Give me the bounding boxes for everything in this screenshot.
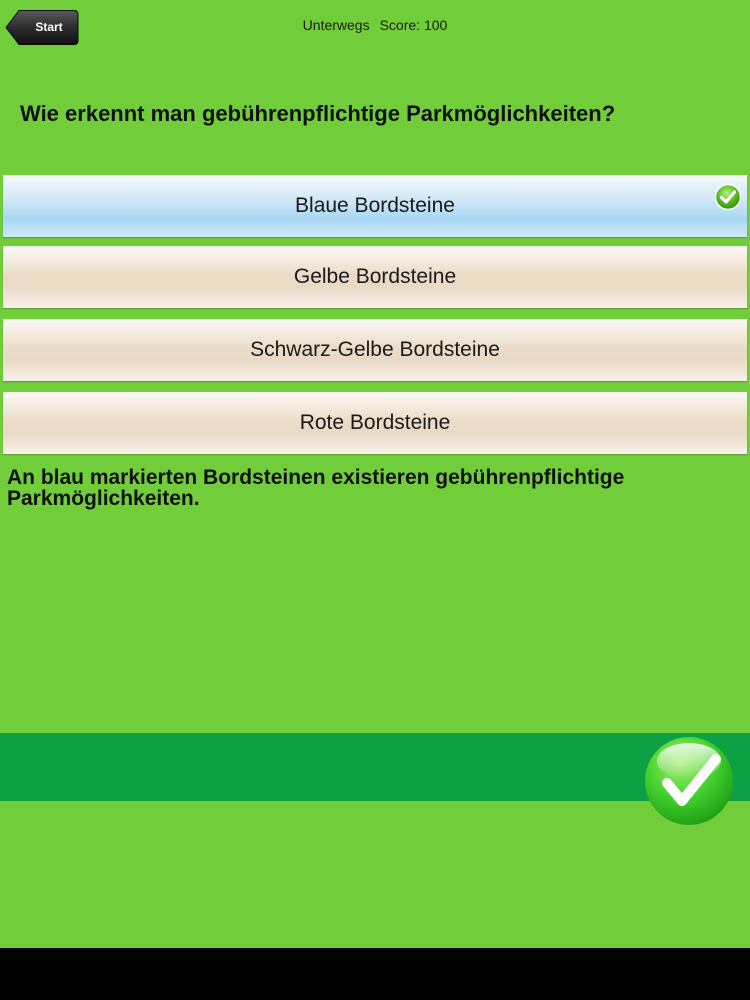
question-text: Wie erkennt man gebührenpflichtige Parkm…: [20, 101, 616, 126]
next-check-icon[interactable]: [640, 735, 738, 827]
answer-label: Rote Bordsteine: [299, 411, 451, 434]
mode-label: Unterwegs: [302, 17, 370, 33]
check-icon: [714, 183, 742, 211]
answer-option-2[interactable]: Gelbe Bordsteine: [3, 246, 747, 308]
answer-label: Blaue Bordsteine: [295, 194, 455, 217]
score-label: Score: 100: [379, 17, 448, 33]
status-bar: Unterwegs Score: 100: [200, 17, 550, 33]
bottom-bar: [0, 948, 750, 1000]
answer-option-1[interactable]: Blaue Bordsteine: [3, 175, 747, 237]
answer-option-4[interactable]: Rote Bordsteine: [3, 392, 747, 454]
answer-option-3[interactable]: Schwarz-Gelbe Bordsteine: [3, 319, 747, 381]
explanation-text: An blau markierten Bordsteinen existiere…: [7, 466, 625, 510]
quiz-screen: Start Unterwegs Score: 100 Wie erkennt ma…: [0, 0, 750, 948]
back-button[interactable]: Start: [5, 9, 79, 46]
result-band: [0, 733, 750, 801]
answer-label: Gelbe Bordsteine: [293, 265, 457, 288]
answer-label: Schwarz-Gelbe Bordsteine: [250, 338, 500, 361]
back-button-label: Start: [35, 20, 63, 34]
